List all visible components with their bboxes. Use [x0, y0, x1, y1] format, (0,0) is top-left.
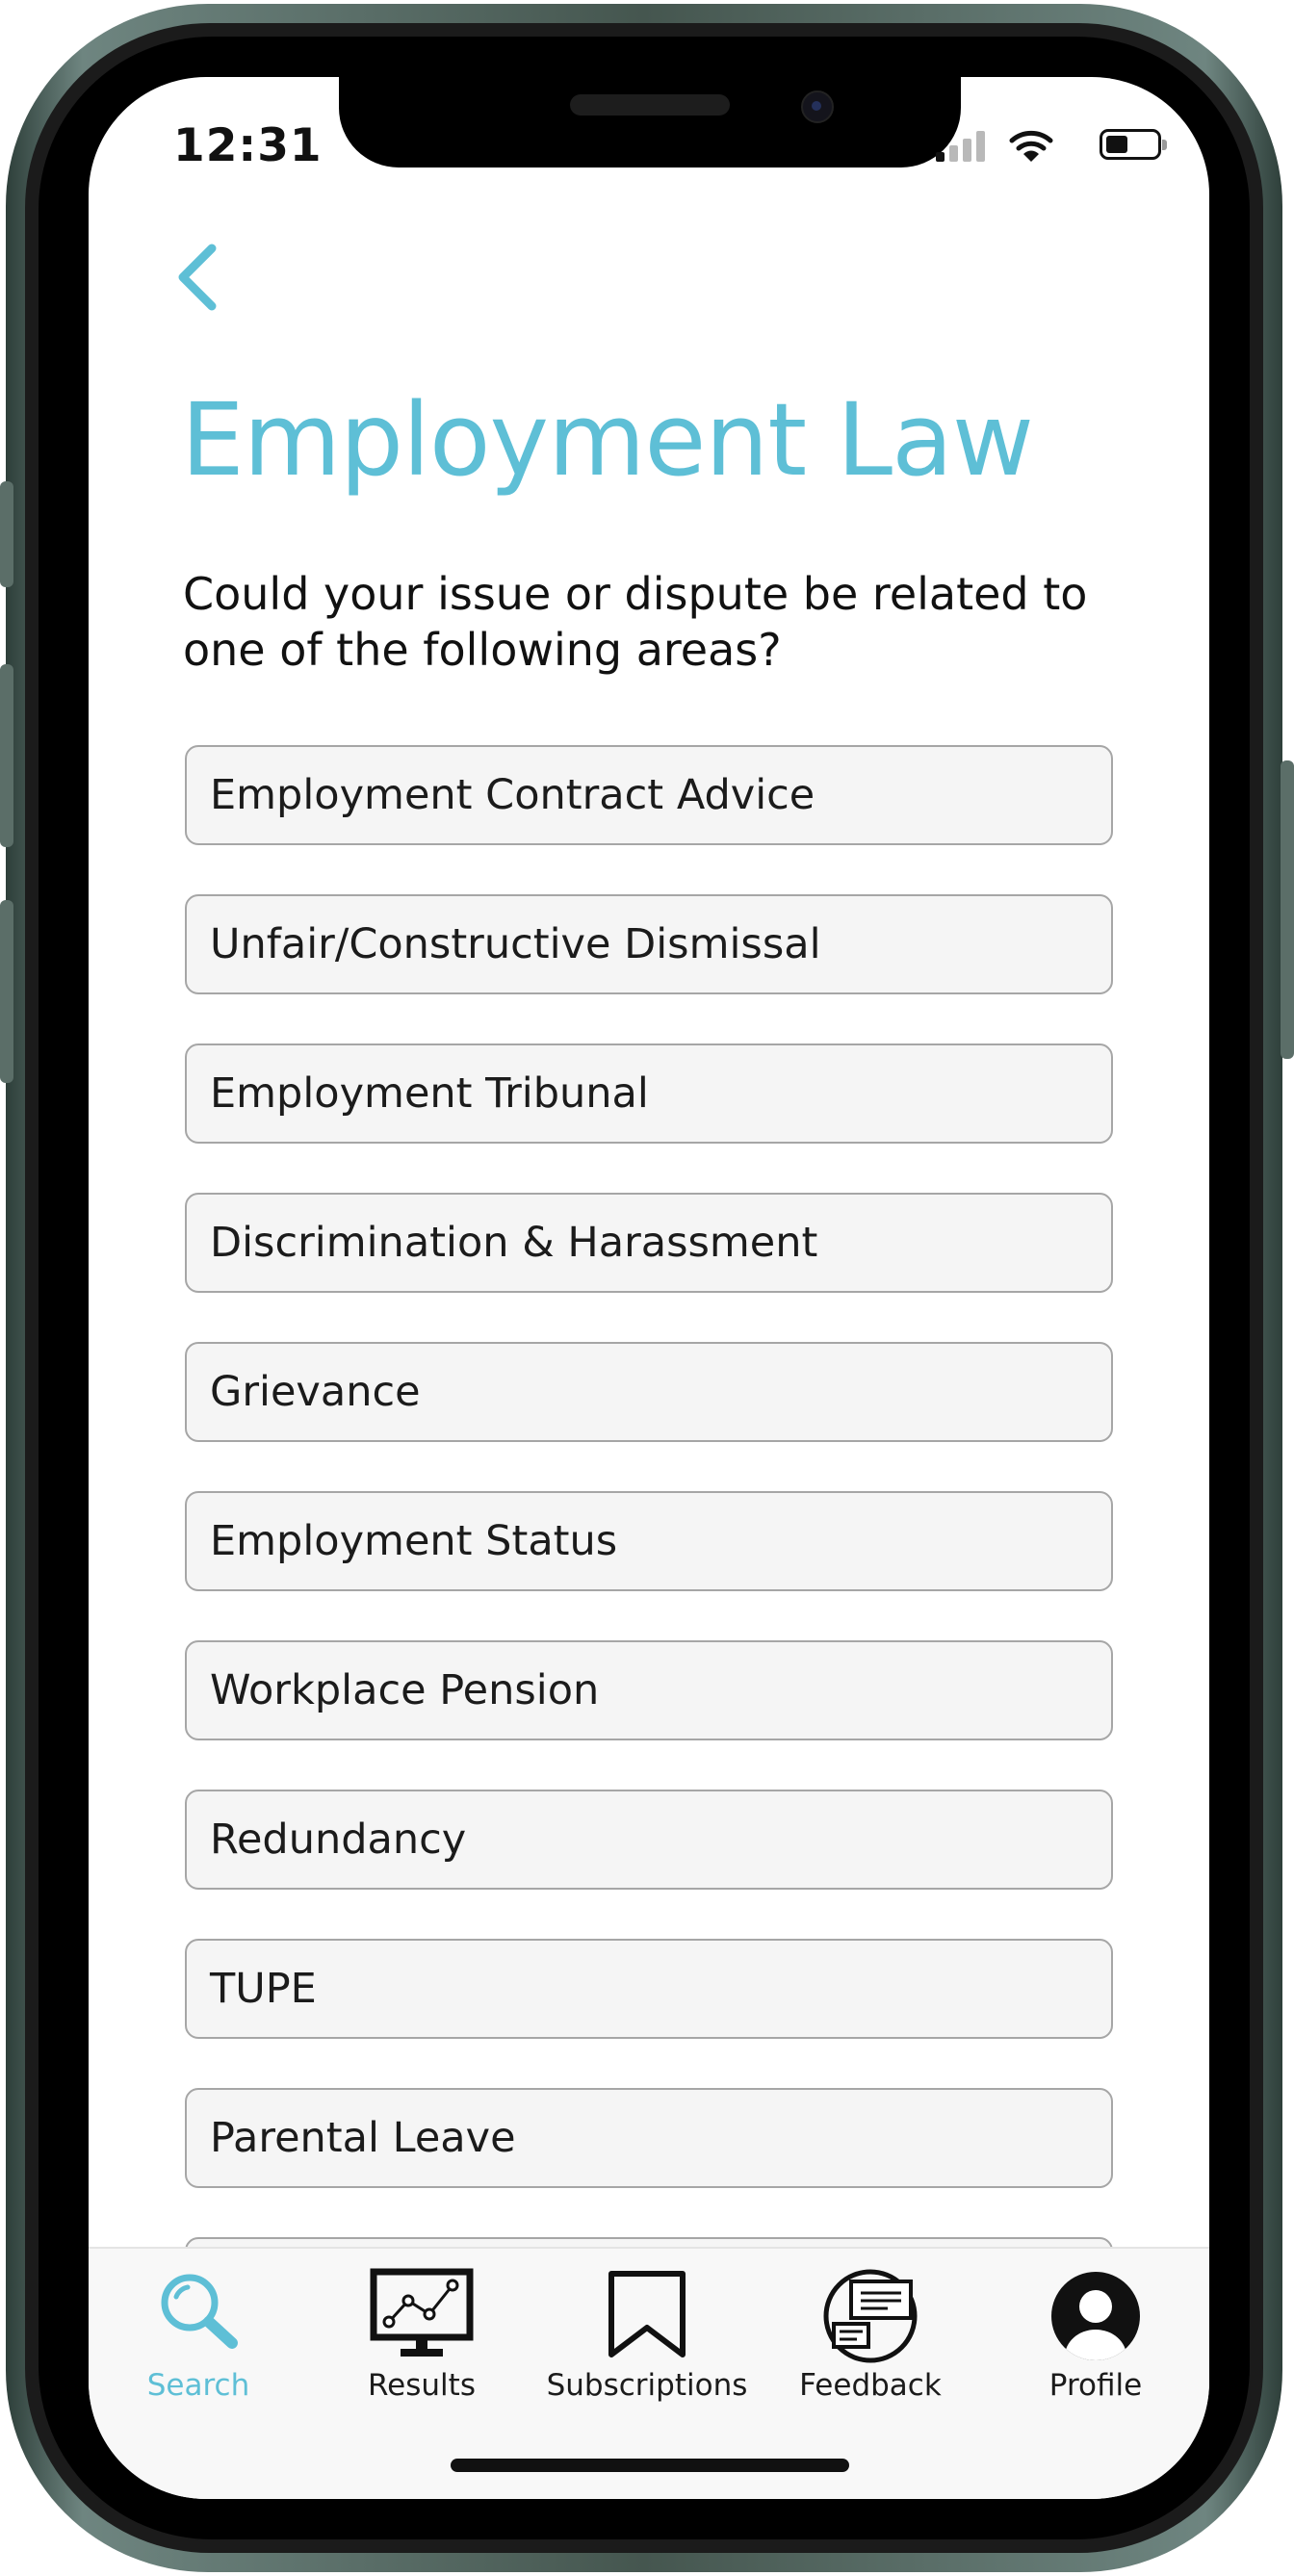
- side-button-volume-up: [0, 664, 13, 847]
- option-button[interactable]: Employment Tribunal: [185, 1043, 1113, 1144]
- tab-feedback-label: Feedback: [799, 2368, 942, 2403]
- tab-search-label: Search: [146, 2368, 250, 2403]
- battery-icon: [1100, 129, 1167, 160]
- chat-bubbles-icon: [823, 2269, 918, 2363]
- user-icon: [1051, 2272, 1140, 2360]
- notch: [339, 77, 961, 167]
- option-button[interactable]: Redundancy: [185, 1790, 1113, 1890]
- wifi-icon: [1009, 130, 1053, 162]
- option-button[interactable]: Employment Contract Advice: [185, 745, 1113, 845]
- option-button[interactable]: Grievance: [185, 1342, 1113, 1442]
- home-indicator[interactable]: [451, 2459, 849, 2472]
- cellular-signal-icon: [936, 127, 988, 166]
- page-title: Employment Law: [181, 381, 1034, 499]
- options-list: Employment Contract Advice Unfair/Constr…: [185, 745, 1113, 2386]
- search-icon: [161, 2274, 238, 2349]
- speaker-grille: [570, 94, 730, 116]
- tab-results-label: Results: [368, 2368, 476, 2403]
- tab-feedback[interactable]: Feedback: [764, 2262, 976, 2407]
- back-chevron-icon[interactable]: [171, 239, 229, 316]
- option-button[interactable]: Parental Leave: [185, 2088, 1113, 2188]
- bookmark-icon: [608, 2271, 686, 2357]
- screen: 12:31 Employment Law Could your issue or…: [89, 77, 1209, 2499]
- tab-profile-label: Profile: [1048, 2368, 1143, 2403]
- option-button[interactable]: Workplace Pension: [185, 1640, 1113, 1740]
- option-button[interactable]: Discrimination & Harassment: [185, 1193, 1113, 1293]
- side-button-power: [1281, 760, 1294, 1059]
- status-time: 12:31: [173, 119, 323, 172]
- side-button-volume-down: [0, 900, 13, 1083]
- tab-profile[interactable]: Profile: [990, 2262, 1202, 2407]
- option-button[interactable]: TUPE: [185, 1939, 1113, 2039]
- option-button[interactable]: Unfair/Constructive Dismissal: [185, 894, 1113, 994]
- question-text: Could your issue or dispute be related t…: [183, 568, 1088, 676]
- tab-results[interactable]: Results: [316, 2262, 528, 2407]
- tab-subscriptions[interactable]: Subscriptions: [541, 2262, 753, 2407]
- tab-search[interactable]: Search: [92, 2262, 304, 2407]
- side-button-silent: [0, 481, 13, 587]
- option-button[interactable]: Employment Status: [185, 1491, 1113, 1591]
- tab-subscriptions-label: Subscriptions: [546, 2368, 748, 2403]
- monitor-chart-icon: [370, 2268, 474, 2357]
- front-camera: [801, 90, 834, 123]
